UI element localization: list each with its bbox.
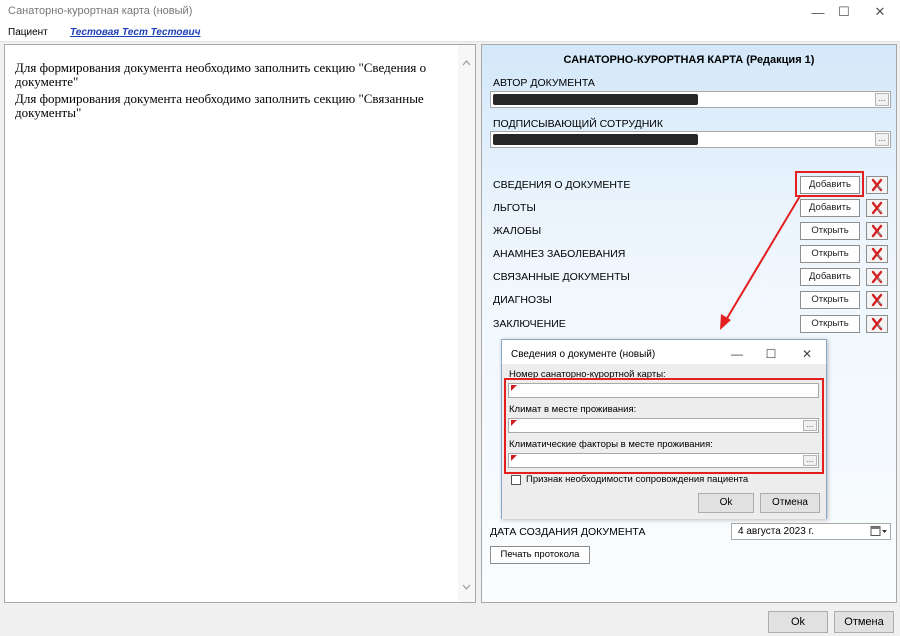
delete-icon: [871, 178, 883, 192]
ok-button[interactable]: Ok: [768, 611, 828, 633]
validation-messages: Для формирования документа необходимо за…: [15, 61, 445, 123]
creation-date-value: 4 августа 2023 г.: [738, 526, 814, 537]
dialog-body: Номер санаторно-курортной карты: Климат …: [502, 364, 826, 519]
delete-icon: [871, 270, 883, 284]
annotation-highlight-fields: [504, 378, 824, 474]
escort-needed-label: Признак необходимости сопровождения паци…: [526, 474, 749, 485]
conclusion-open-button[interactable]: Открыть: [800, 315, 860, 333]
title-bar: Санаторно-курортная карта (новый) — ☐ ✕: [0, 0, 900, 24]
signer-select-button[interactable]: ...: [875, 133, 889, 146]
validation-message: Для формирования документа необходимо за…: [15, 60, 427, 89]
benefits-delete-button[interactable]: [866, 199, 888, 217]
section-label: АНАМНЕЗ ЗАБОЛЕВАНИЯ: [493, 248, 626, 260]
patient-row: Пациент Тестовая Тест Тестович: [0, 24, 900, 42]
creation-date-label: ДАТА СОЗДАНИЯ ДОКУМЕНТА: [490, 526, 646, 538]
conclusion-delete-button[interactable]: [866, 315, 888, 333]
dialog-title: Сведения о документе (новый): [511, 349, 656, 360]
patient-name-link[interactable]: Тестовая Тест Тестович: [70, 27, 200, 38]
anamnesis-open-button[interactable]: Открыть: [800, 245, 860, 263]
patient-label: Пациент: [8, 27, 48, 38]
related-documents-delete-button[interactable]: [866, 268, 888, 286]
section-label: ЛЬГОТЫ: [493, 202, 536, 214]
delete-icon: [871, 317, 883, 331]
annotation-highlight-add-button: [795, 171, 864, 197]
section-row-anamnesis: АНАМНЕЗ ЗАБОЛЕВАНИЯ Открыть: [482, 245, 896, 263]
escort-needed-checkbox[interactable]: [511, 475, 521, 485]
close-button[interactable]: ✕: [862, 0, 898, 24]
benefits-add-button[interactable]: Добавить: [800, 199, 860, 217]
anamnesis-delete-button[interactable]: [866, 245, 888, 263]
section-row-benefits: ЛЬГОТЫ Добавить: [482, 199, 896, 217]
author-label: АВТОР ДОКУМЕНТА: [493, 77, 595, 89]
calendar-dropdown-icon[interactable]: [870, 525, 888, 540]
section-row-diagnoses: ДИАГНОЗЫ Открыть: [482, 291, 896, 309]
print-protocol-button[interactable]: Печать протокола: [490, 546, 590, 564]
form-title: САНАТОРНО-КУРОРТНАЯ КАРТА (Редакция 1): [563, 54, 815, 66]
delete-icon: [871, 293, 883, 307]
scroll-down-icon[interactable]: [458, 579, 475, 596]
complaints-delete-button[interactable]: [866, 222, 888, 240]
diagnoses-delete-button[interactable]: [866, 291, 888, 309]
validation-message: Для формирования документа необходимо за…: [15, 91, 424, 120]
messages-scrollbar[interactable]: [458, 45, 475, 602]
dialog-maximize-button[interactable]: ☐: [756, 345, 786, 363]
section-row-complaints: ЖАЛОБЫ Открыть: [482, 222, 896, 240]
scroll-up-icon[interactable]: [458, 55, 475, 72]
delete-icon: [871, 224, 883, 238]
section-row-related-documents: СВЯЗАННЫЕ ДОКУМЕНТЫ Добавить: [482, 268, 896, 286]
author-field[interactable]: ...: [490, 91, 891, 108]
delete-icon: [871, 201, 883, 215]
section-label: ЗАКЛЮЧЕНИЕ: [493, 318, 566, 330]
dialog-minimize-button[interactable]: —: [722, 345, 752, 363]
messages-panel: Для формирования документа необходимо за…: [4, 44, 476, 603]
signer-field[interactable]: ...: [490, 131, 891, 148]
redacted-author: [493, 94, 698, 105]
author-select-button[interactable]: ...: [875, 93, 889, 106]
section-label: СВЕДЕНИЯ О ДОКУМЕНТЕ: [493, 179, 631, 191]
creation-date-picker[interactable]: 4 августа 2023 г.: [731, 523, 891, 540]
window-title: Санаторно-курортная карта (новый): [8, 5, 193, 17]
document-info-dialog: Сведения о документе (новый) — ☐ ✕ Номер…: [501, 339, 827, 519]
section-row-conclusion: ЗАКЛЮЧЕНИЕ Открыть: [482, 315, 896, 333]
maximize-button[interactable]: ☐: [826, 0, 862, 24]
section-label: ЖАЛОБЫ: [493, 225, 542, 237]
document-info-delete-button[interactable]: [866, 176, 888, 194]
signer-label: ПОДПИСЫВАЮЩИЙ СОТРУДНИК: [493, 118, 663, 130]
cancel-button[interactable]: Отмена: [834, 611, 894, 633]
delete-icon: [871, 247, 883, 261]
complaints-open-button[interactable]: Открыть: [800, 222, 860, 240]
related-documents-add-button[interactable]: Добавить: [800, 268, 860, 286]
dialog-close-button[interactable]: ✕: [792, 345, 822, 363]
section-label: СВЯЗАННЫЕ ДОКУМЕНТЫ: [493, 271, 630, 283]
document-form-panel: САНАТОРНО-КУРОРТНАЯ КАРТА (Редакция 1) А…: [481, 44, 897, 603]
diagnoses-open-button[interactable]: Открыть: [800, 291, 860, 309]
section-label: ДИАГНОЗЫ: [493, 294, 552, 306]
dialog-cancel-button[interactable]: Отмена: [760, 493, 820, 513]
redacted-signer: [493, 134, 698, 145]
dialog-ok-button[interactable]: Ok: [698, 493, 754, 513]
